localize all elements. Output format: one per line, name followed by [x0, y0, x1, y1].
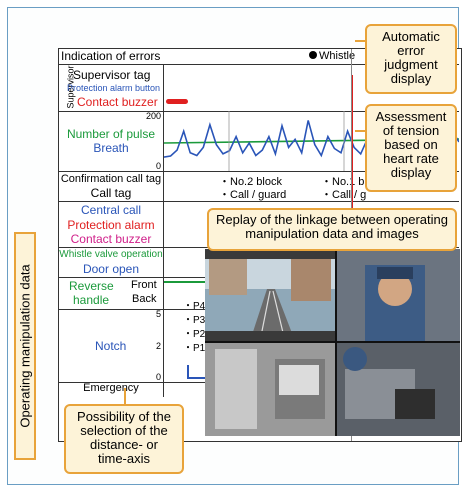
reverse-label: Reverse: [69, 279, 114, 293]
emergency-label: Emergency: [83, 382, 139, 394]
front-camera-view: [205, 249, 335, 342]
notch-tick-5: 5: [155, 309, 161, 319]
whistle-dot-icon: [309, 51, 317, 59]
notch-trace-horizontal: [187, 377, 207, 379]
notch-tick-2: 2: [155, 341, 161, 351]
vertical-title-text: Operating manipulation data: [17, 264, 33, 428]
callout-replay-text: Replay of the linkage between operating …: [216, 212, 448, 241]
callout-connector: [355, 40, 367, 42]
pulse-axis-min: 0: [155, 161, 161, 171]
video-replay-grid[interactable]: [205, 249, 460, 436]
back-label: Back: [132, 293, 157, 305]
driver-camera-view: [337, 249, 460, 341]
callout-tension: Assessment of tension based on heart rat…: [365, 104, 457, 192]
door-open-label: Door open: [82, 262, 140, 276]
confirmation-label-cell: Confirmation call tag Call tag: [59, 171, 164, 201]
central-call-label: Central call: [80, 203, 142, 217]
breath-label: Breath: [93, 141, 129, 155]
supervisor-label-cell: Supervisor Supervisor tag Protection ala…: [59, 64, 164, 111]
call-tag: Call tag: [90, 186, 132, 200]
whistle-label: Whistle: [319, 50, 356, 62]
whistle-marker: Whistle: [309, 50, 355, 62]
callout-axis-selection: Possibility of the selection of the dist…: [64, 404, 184, 474]
notch-label: Notch: [95, 339, 127, 353]
notch-level-p3: ・P3: [183, 315, 206, 326]
calls-contact-buzzer-label: Contact buzzer: [70, 232, 152, 246]
callout-replay: Replay of the linkage between operating …: [207, 208, 457, 251]
reverse-label-cell: Reverse handle Front Back: [59, 277, 164, 309]
confirmation-call-tag: Confirmation call tag: [60, 173, 162, 185]
errors-label: Indication of errors: [61, 49, 161, 63]
front-label: Front: [131, 279, 157, 291]
notch-level-p4: ・P4: [183, 301, 206, 312]
handle-label: handle: [73, 293, 110, 307]
supervisor-contact-buzzer: Contact buzzer: [77, 95, 158, 109]
pulse-axis-max: 200: [145, 111, 161, 121]
vertical-title: Operating manipulation data: [14, 232, 36, 460]
protection-alarm-label: Protection alarm: [67, 218, 155, 232]
contact-buzzer-bar: [166, 99, 188, 104]
callout-auto-error-text: Automatic error judgment display: [382, 29, 440, 86]
notch-label-cell: 5 Notch 2 0: [59, 309, 164, 382]
notch-level-p2: ・P2: [183, 329, 206, 340]
protection-alarm-button-label: Protection alarm button: [67, 83, 161, 93]
call2-label: ・Call / guard: [219, 189, 287, 201]
pulse-label-cell: 200 Number of pulse Breath 0: [59, 111, 164, 171]
emergency-label-cell: Emergency: [59, 382, 164, 397]
callout-axis-selection-text: Possibility of the selection of the dist…: [77, 409, 171, 466]
callout-auto-error: Automatic error judgment display: [365, 24, 457, 94]
notch-level-p1: ・P1: [183, 343, 206, 354]
camera-views: [205, 249, 460, 436]
callout-connector: [124, 388, 126, 406]
calls-label-cell: Central call Protection alarm Contact bu…: [59, 201, 164, 247]
valve-label-cell: Whistle valve operation Door open: [59, 247, 164, 277]
call1-label: ・Call / g: [321, 189, 367, 201]
control-panel-view: [205, 343, 335, 436]
cab-overhead-view: [337, 343, 460, 436]
notch-tick-0: 0: [155, 372, 161, 382]
whistle-valve-label: Whistle valve operation: [59, 249, 163, 260]
callout-tension-text: Assessment of tension based on heart rat…: [375, 109, 447, 180]
supervisor-tag: Supervisor tag: [73, 68, 151, 82]
callout-connector: [355, 130, 367, 132]
pulse-label: Number of pulse: [66, 127, 156, 141]
